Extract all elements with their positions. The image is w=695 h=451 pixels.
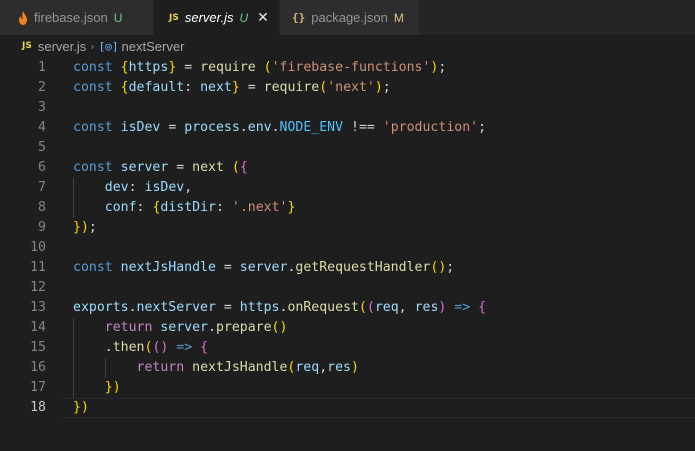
git-status-badge: U [239,10,249,25]
indent-guide [104,358,106,378]
git-status-badge: M [393,10,404,25]
code-line[interactable]: 14 return server.prepare() [0,318,695,338]
code-text: exports.nextServer = https.onRequest((re… [73,300,487,315]
code-line[interactable]: 2 const {default: next} = require('next')… [0,78,695,98]
code-line[interactable]: 9}); [0,218,695,238]
line-number: 12 [30,280,46,295]
line-number: 10 [30,240,46,255]
chevron-right-icon: › [90,39,95,53]
code-line[interactable]: 12 [0,278,695,298]
line-number: 17 [30,380,46,395]
code-line[interactable]: 7 dev: isDev, [0,178,695,198]
code-line[interactable]: 8 conf: {distDir: '.next'} [0,198,695,218]
line-number: 7 [38,180,46,195]
line-number: 11 [30,260,46,275]
code-line[interactable]: 18}) [0,398,695,418]
line-number: 8 [38,200,46,215]
code-text: .then(() => { [104,340,209,355]
code-line[interactable]: 6 const server = next ({ [0,158,695,178]
code-line[interactable]: 15 .then(() => { [0,338,695,358]
code-line[interactable]: 3 [0,98,695,118]
line-number: 3 [38,100,46,115]
symbol-variable-icon: [◎] [98,39,119,53]
indent-guide [73,178,74,218]
line-number: 15 [30,340,46,355]
js-icon: JS [169,12,179,23]
indent-guide [73,318,74,398]
breadcrumb-symbol[interactable]: nextServer [122,39,185,54]
code-text: const {default: next} = require('next'); [73,80,391,95]
line-number: 1 [38,60,46,75]
code-text: }) [73,400,89,415]
code-text: conf: {distDir: '.next'} [104,200,296,215]
line-number: 2 [38,80,46,95]
code-line[interactable]: 4 const isDev = process.env.NODE_ENV !== … [0,118,695,138]
js-icon: JS [22,41,32,51]
json-braces-icon: {} [292,11,306,24]
tab-label: package.json [311,10,388,25]
tab-label: server.js [184,10,234,25]
code-text: dev: isDev, [104,180,193,195]
line-number: 16 [30,360,46,375]
code-text: }); [73,220,97,235]
code-text: const {https} = require ('firebase-funct… [73,60,447,75]
git-status-badge: U [113,10,123,25]
code-text: const server = next ({ [73,160,248,175]
breadcrumb: JS server.js › [◎] nextServer [0,35,695,57]
breadcrumb-file[interactable]: server.js [38,39,86,54]
line-number: 9 [38,220,46,235]
line-number: 18 [30,400,46,415]
line-number: 13 [30,300,46,315]
tab-package-json[interactable]: {} package.json M [280,0,420,35]
code-line[interactable]: 17 }) [0,378,695,398]
code-line[interactable]: 10 [0,238,695,258]
code-text: }) [104,380,121,395]
code-line[interactable]: 1 const {https} = require ('firebase-func… [0,58,695,78]
tab-firebase-json[interactable]: firebase.json U [0,0,154,35]
close-icon[interactable]: ✕ [257,10,269,26]
code-line[interactable]: 13 exports.nextServer = https.onRequest((… [0,298,695,318]
editor-tab-bar: firebase.json U JS server.js U ✕ {} pack… [0,0,695,35]
code-editor[interactable]: 1 const {https} = require ('firebase-func… [0,57,695,451]
code-line[interactable]: 11 const nextJsHandle = server.getRequest… [0,258,695,278]
code-line[interactable]: 5 [0,138,695,158]
code-text: return nextJsHandle(req,res) [136,360,359,375]
firebase-icon [19,10,27,25]
line-number: 5 [38,140,46,155]
line-number: 4 [38,120,46,135]
line-number: 14 [30,320,46,335]
tab-server-js[interactable]: JS server.js U ✕ [154,0,280,35]
tab-label: firebase.json [34,10,108,25]
code-text: const isDev = process.env.NODE_ENV !== '… [73,120,487,135]
code-text: return server.prepare() [104,320,288,335]
line-number: 6 [38,160,46,175]
code-text: const nextJsHandle = server.getRequestHa… [73,260,455,275]
